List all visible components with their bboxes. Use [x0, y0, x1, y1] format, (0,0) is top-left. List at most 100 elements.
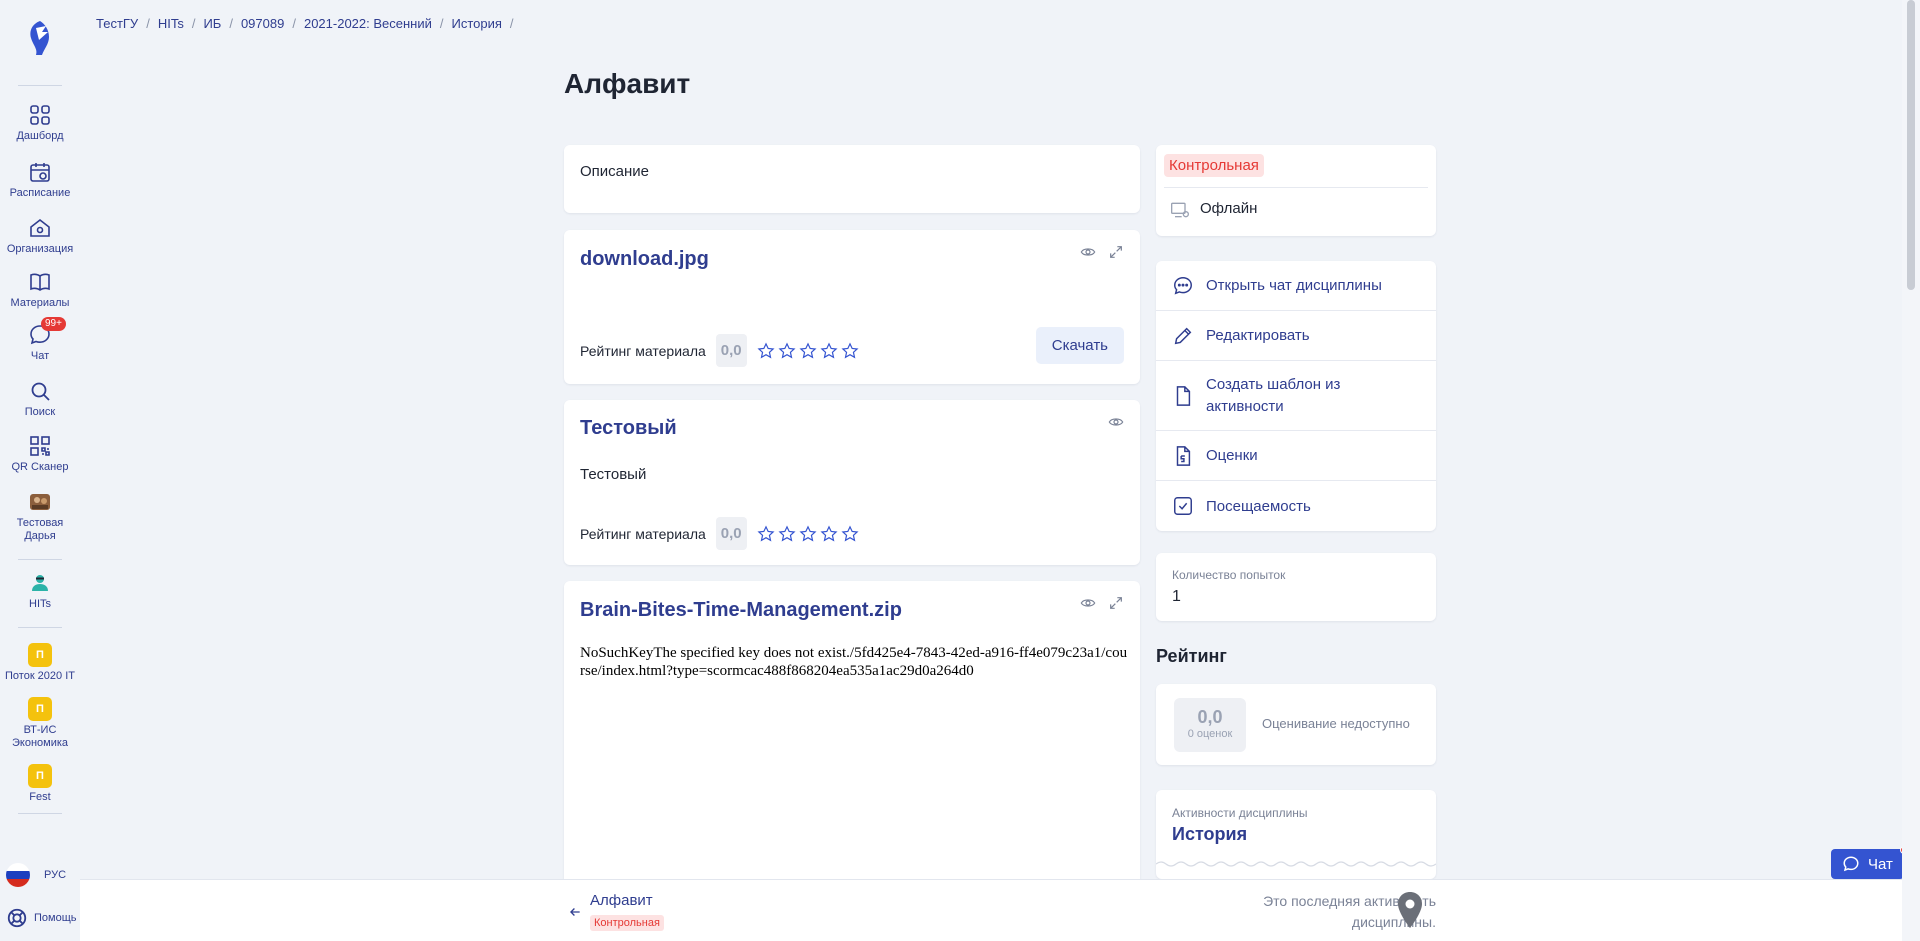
page-title: Алфавит	[564, 68, 691, 99]
qr-icon	[30, 436, 50, 456]
sidebar-item-search[interactable]: Поиск	[0, 379, 80, 419]
sidebar-item-label: HITs	[29, 598, 51, 610]
rating-label: Рейтинг материала	[580, 525, 706, 542]
expand-icon[interactable]	[1108, 244, 1124, 260]
star-icon[interactable]	[820, 341, 838, 360]
sidebar-item-profile[interactable]: Тестовая Дарья	[0, 490, 80, 543]
expand-icon[interactable]	[1108, 595, 1124, 611]
discipline-name[interactable]: История	[1172, 824, 1247, 845]
star-icon[interactable]	[799, 341, 817, 360]
material-rating-row: Рейтинг материала 0,0	[580, 517, 859, 550]
star-icon[interactable]	[757, 524, 775, 543]
scrollbar-thumb[interactable]	[1907, 0, 1915, 290]
sidebar-item-hits[interactable]: HITs	[0, 571, 80, 611]
star-icon[interactable]	[841, 341, 859, 360]
floating-chat-button[interactable]: Чат	[1831, 846, 1908, 879]
language-switch[interactable]: РУС	[6, 863, 66, 887]
actions-card: Открыть чат дисциплины Редактировать Соз…	[1156, 261, 1436, 531]
material-title[interactable]: Тестовый	[580, 417, 677, 440]
action-label: Открыть чат дисциплины	[1206, 277, 1382, 294]
open-chat-action[interactable]: Открыть чат дисциплины	[1156, 261, 1436, 311]
rating-stars[interactable]	[757, 524, 859, 543]
star-icon[interactable]	[820, 524, 838, 543]
sidebar-item-dashboard[interactable]: Дашборд	[0, 103, 80, 143]
sidebar-group-label: Fest	[29, 791, 51, 803]
previous-activity-title[interactable]: Алфавит	[590, 892, 653, 909]
sidebar-divider	[18, 813, 62, 814]
description-label: Описание	[580, 163, 650, 180]
page-scrollbar[interactable]	[1902, 0, 1920, 941]
wavy-divider	[1156, 861, 1436, 867]
breadcrumb-item[interactable]: История	[452, 16, 502, 31]
sidebar-group-potok[interactable]: П Поток 2020 IT	[0, 643, 80, 683]
group-icon: П	[28, 764, 52, 788]
sidebar-group-fest[interactable]: П Fest	[0, 764, 80, 804]
language-label: РУС	[44, 869, 67, 881]
location-pin-icon	[1398, 892, 1422, 928]
material-card-download-jpg: download.jpg Рейтинг материала 0,0 Скача…	[564, 230, 1140, 384]
sidebar-item-qr-scanner[interactable]: QR Сканер	[0, 434, 80, 474]
pencil-icon	[1174, 327, 1192, 344]
group-icon: П	[28, 643, 52, 667]
download-button[interactable]: Скачать	[1035, 327, 1124, 364]
breadcrumb-item[interactable]: 2021-2022: Весенний	[304, 16, 432, 31]
offline-icon	[1171, 202, 1189, 218]
bottom-navigation-bar: Алфавит Контрольная Это последняя активн…	[80, 879, 1920, 941]
activity-mode: Офлайн	[1200, 200, 1258, 217]
lifebuoy-icon	[7, 908, 27, 928]
chat-bubble-icon	[1174, 276, 1192, 295]
unread-badge: 99+	[41, 317, 66, 331]
rating-value: 0,0	[715, 517, 747, 550]
breadcrumb-item[interactable]: ИБ	[203, 16, 221, 31]
attendance-action[interactable]: Посещаемость	[1156, 481, 1436, 531]
divider	[1164, 187, 1428, 188]
sidebar-item-label: Тестовая Дарья	[16, 517, 64, 542]
material-title[interactable]: download.jpg	[580, 248, 709, 271]
activity-type-tag: Контрольная	[1164, 154, 1264, 177]
sidebar-item-label: Расписание	[9, 187, 71, 199]
rating-count: 0 оценок	[1187, 728, 1233, 740]
grades-action[interactable]: Оценки	[1156, 431, 1436, 481]
create-template-action[interactable]: Создать шаблон из активности	[1156, 361, 1436, 431]
sidebar-divider	[18, 559, 62, 560]
organization-icon	[30, 218, 50, 237]
eye-icon[interactable]	[1080, 595, 1096, 611]
sidebar-item-schedule[interactable]: Расписание	[0, 160, 80, 200]
edit-action[interactable]: Редактировать	[1156, 311, 1436, 361]
breadcrumb-item[interactable]: HITs	[158, 16, 184, 31]
grid-icon	[30, 105, 50, 125]
attempts-value: 1	[1172, 588, 1181, 605]
breadcrumb-item[interactable]: 097089	[241, 16, 284, 31]
breadcrumb-separator: /	[146, 16, 150, 31]
sidebar-item-materials[interactable]: Материалы	[0, 270, 80, 310]
sidebar-item-organization[interactable]: Организация	[0, 216, 80, 256]
rating-stars[interactable]	[757, 341, 859, 360]
hits-logo-icon	[32, 575, 48, 591]
eye-icon[interactable]	[1080, 244, 1096, 260]
breadcrumb-separator: /	[191, 16, 196, 31]
chat-bubble-icon	[1843, 856, 1859, 872]
star-icon[interactable]	[778, 341, 796, 360]
star-icon[interactable]	[841, 524, 859, 543]
material-rating-row: Рейтинг материала 0,0	[580, 334, 859, 367]
rating-value: 0,0	[715, 334, 747, 367]
group-icon: П	[28, 697, 52, 721]
university-logo-icon[interactable]	[22, 18, 58, 58]
star-icon[interactable]	[799, 524, 817, 543]
arrow-left-icon[interactable]	[568, 905, 582, 919]
sidebar-group-label: Поток 2020 IT	[5, 670, 75, 682]
star-icon[interactable]	[757, 341, 775, 360]
sidebar-item-label: Организация	[6, 243, 74, 255]
chat-button-label: Чат	[1868, 855, 1893, 873]
sidebar-item-chat[interactable]: 99+ Чат	[0, 317, 80, 363]
breadcrumb-item[interactable]: ТестГУ	[96, 16, 138, 31]
sidebar-group-vt-is[interactable]: П ВТ-ИС Экономика	[0, 697, 80, 750]
attempts-card: Количество попыток 1	[1156, 553, 1436, 621]
eye-icon[interactable]	[1108, 414, 1124, 430]
sidebar-item-label: Дашборд	[16, 130, 64, 142]
sidebar: Дашборд Расписание Организация Материалы…	[0, 0, 80, 941]
star-icon[interactable]	[778, 524, 796, 543]
material-title[interactable]: Brain-Bites-Time-Management.zip	[580, 599, 902, 622]
help-link[interactable]: Помощь	[6, 907, 77, 929]
calendar-icon	[30, 163, 50, 182]
